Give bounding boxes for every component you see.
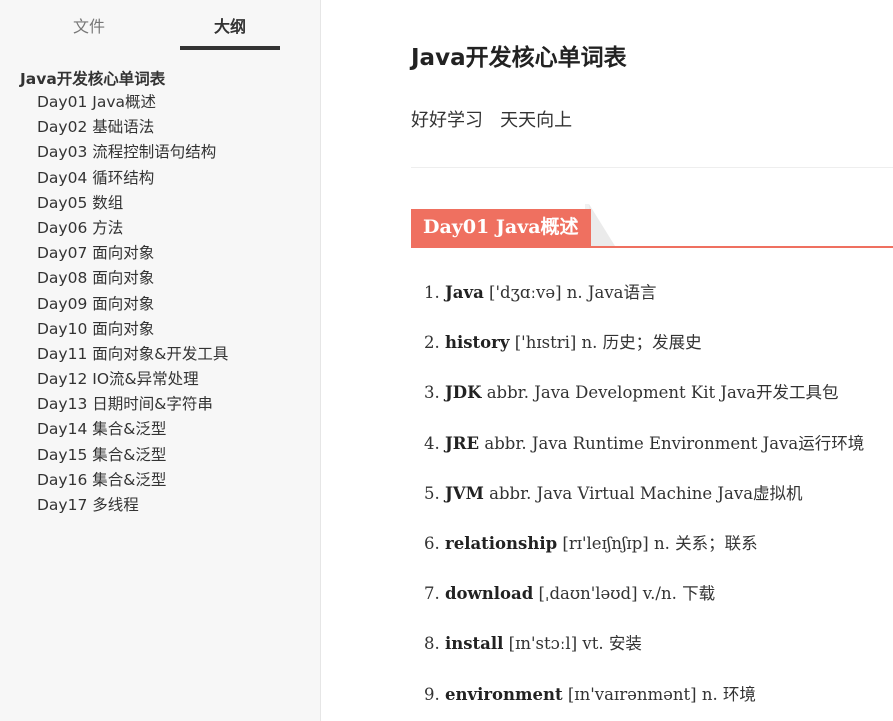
vocab-list: 1. Java ['dʒɑːvə] n. Java语言 2. history [… [424, 280, 864, 721]
entry-number: 2. [424, 333, 440, 353]
entry-word: JDK [445, 383, 482, 403]
entry-definition: [ɪn'vaɪrənmənt] n. 环境 [567, 684, 756, 704]
entry-word: relationship [445, 533, 558, 553]
vocab-entry: 7. download [ˌdaʊn'ləʊd] v./n. 下载 [424, 581, 864, 631]
entry-definition: ['hɪstri] n. 历史；发展史 [514, 333, 702, 353]
vocab-entry: 2. history ['hɪstri] n. 历史；发展史 [424, 330, 864, 380]
outline-item[interactable]: Day12 IO流&异常处理 [0, 367, 321, 392]
outline-item[interactable]: Day03 流程控制语句结构 [0, 140, 321, 165]
entry-word: history [445, 333, 510, 353]
entry-word: install [445, 634, 504, 654]
entry-number: 9. [424, 684, 440, 704]
entry-number: 1. [424, 283, 440, 302]
page-subtitle: 好好学习 天天向上 [411, 110, 573, 131]
entry-number: 7. [424, 584, 440, 604]
entry-definition: [ɪn'stɔːl] vt. 安装 [508, 634, 642, 654]
entry-definition: ['dʒɑːvə] n. Java语言 [489, 283, 657, 302]
entry-definition: [ˌdaʊn'ləʊd] v./n. 下载 [538, 584, 716, 604]
entry-definition: abbr. Java Virtual Machine Java虚拟机 [489, 483, 803, 503]
vocab-entry: 3. JDK abbr. Java Development Kit Java开发… [424, 380, 864, 430]
outline-item[interactable]: Day13 日期时间&字符串 [0, 392, 321, 417]
section-heading: Day01 Java概述 [411, 209, 591, 246]
outline-item[interactable]: Day01 Java概述 [0, 90, 321, 115]
entry-word: JRE [445, 433, 480, 453]
section-heading-rule [411, 246, 893, 248]
outline-item[interactable]: Day16 集合&泛型 [0, 468, 321, 493]
section-heading-fold-shadow [589, 204, 615, 246]
entry-number: 8. [424, 634, 440, 654]
tab-files[interactable]: 文件 [0, 14, 178, 44]
page-title: Java开发核心单词表 [411, 45, 627, 71]
entry-definition: abbr. Java Development Kit Java开发工具包 [486, 383, 839, 403]
tab-outline-label: 大纲 [213, 17, 246, 36]
entry-number: 4. [424, 433, 440, 453]
vocab-entry: 4. JRE abbr. Java Runtime Environment Ja… [424, 431, 864, 481]
vocab-entry: 5. JVM abbr. Java Virtual Machine Java虚拟… [424, 481, 864, 531]
sidebar-tabs: 文件 大纲 [0, 0, 321, 50]
entry-number: 3. [424, 383, 440, 403]
entry-number: 5. [424, 483, 440, 503]
document-content: Java开发核心单词表 好好学习 天天向上 Day01 Java概述 1. Ja… [321, 0, 893, 721]
tab-outline[interactable]: 大纲 [180, 14, 280, 50]
vocab-entry: 8. install [ɪn'stɔːl] vt. 安装 [424, 631, 864, 681]
tab-active-indicator [180, 46, 280, 50]
outline-item[interactable]: Day09 面向对象 [0, 292, 321, 317]
outline-item[interactable]: Day02 基础语法 [0, 115, 321, 140]
vocab-entry: 6. relationship [rɪ'leɪʃnʃɪp] n. 关系；联系 [424, 531, 864, 581]
outline-item[interactable]: Day07 面向对象 [0, 241, 321, 266]
divider [411, 167, 893, 168]
outline-item[interactable]: Day14 集合&泛型 [0, 417, 321, 442]
outline-item[interactable]: Day11 面向对象&开发工具 [0, 342, 321, 367]
entry-number: 6. [424, 533, 440, 553]
vocab-entry: 1. Java ['dʒɑːvə] n. Java语言 [424, 280, 864, 330]
outline-item[interactable]: Day04 循环结构 [0, 166, 321, 191]
entry-word: download [445, 584, 534, 604]
outline-item-root[interactable]: Java开发核心单词表 [0, 68, 321, 90]
entry-definition: [rɪ'leɪʃnʃɪp] n. 关系；联系 [562, 533, 758, 553]
entry-word: environment [445, 684, 563, 704]
entry-definition: abbr. Java Runtime Environment Java运行环境 [484, 433, 865, 453]
vocab-entry: 9. environment [ɪn'vaɪrənmənt] n. 环境 [424, 682, 864, 721]
outline-tree: Java开发核心单词表 Day01 Java概述 Day02 基础语法 Day0… [0, 68, 321, 518]
outline-item[interactable]: Day15 集合&泛型 [0, 443, 321, 468]
outline-item[interactable]: Day17 多线程 [0, 493, 321, 518]
sidebar: 文件 大纲 Java开发核心单词表 Day01 Java概述 Day02 基础语… [0, 0, 321, 721]
outline-item[interactable]: Day10 面向对象 [0, 317, 321, 342]
outline-item[interactable]: Day08 面向对象 [0, 266, 321, 291]
outline-item[interactable]: Day06 方法 [0, 216, 321, 241]
outline-item[interactable]: Day05 数组 [0, 191, 321, 216]
entry-word: Java [445, 283, 484, 302]
entry-word: JVM [445, 483, 484, 503]
